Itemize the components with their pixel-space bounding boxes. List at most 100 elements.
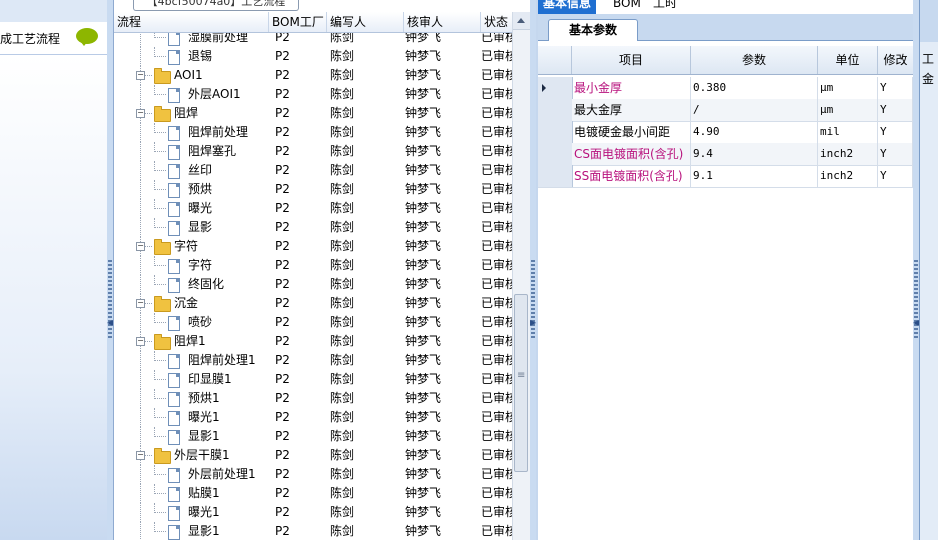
tree-node-label: 沉金	[174, 296, 199, 310]
tree-connector	[144, 75, 152, 76]
tree-row[interactable]: 阻焊前处理 P2 陈剑 钟梦飞 已审核	[114, 123, 512, 142]
bom-factory-cell: P2	[275, 125, 290, 139]
tree-row[interactable]: 字符 P2 陈剑 钟梦飞 已审核	[114, 256, 512, 275]
tree-node-label: 阻焊前处理	[188, 125, 249, 139]
tree-row[interactable]: − AOI1 P2 陈剑 钟梦飞 已审核	[114, 66, 512, 85]
status-cell: 已审核	[481, 505, 512, 519]
collapse-arrow-icon[interactable]: ▶	[530, 318, 536, 327]
row-indicator[interactable]	[538, 143, 573, 165]
status-cell: 已审核	[481, 429, 512, 443]
param-value-cell[interactable]: 9.1	[691, 165, 818, 187]
row-indicator[interactable]	[538, 99, 573, 121]
collapse-toggle-icon[interactable]: −	[136, 71, 145, 80]
splitter-grip-icon[interactable]	[531, 260, 535, 340]
param-row[interactable]: 最大金厚 / μm Y	[538, 99, 913, 122]
col-header-param[interactable]: 参数	[691, 46, 818, 74]
tab-basic-params[interactable]: 基本参数	[548, 19, 638, 41]
row-indicator[interactable]	[538, 165, 573, 187]
collapse-toggle-icon[interactable]: −	[136, 109, 145, 118]
tree-row[interactable]: 喷砂 P2 陈剑 钟梦飞 已审核	[114, 313, 512, 332]
scroll-thumb[interactable]	[514, 294, 528, 472]
bom-factory-cell: P2	[275, 163, 290, 177]
collapse-toggle-icon[interactable]: −	[136, 337, 145, 346]
tab-work-hours[interactable]: 工时	[648, 0, 682, 14]
col-header-bom-factory[interactable]: BOM工厂	[269, 12, 327, 32]
tree-row[interactable]: 显影1 P2 陈剑 钟梦飞 已审核	[114, 427, 512, 446]
tree-row[interactable]: − 外层干膜1 P2 陈剑 钟梦飞 已审核	[114, 446, 512, 465]
tree-row[interactable]: 阻焊前处理1 P2 陈剑 钟梦飞 已审核	[114, 351, 512, 370]
row-indicator[interactable]	[538, 121, 573, 143]
tree-connector	[154, 531, 166, 532]
tree-row[interactable]: − 阻焊1 P2 陈剑 钟梦飞 已审核	[114, 332, 512, 351]
col-header-unit[interactable]: 单位	[818, 46, 878, 74]
bom-factory-cell: P2	[275, 524, 290, 538]
tree-row[interactable]: − 阻焊 P2 陈剑 钟梦飞 已审核	[114, 104, 512, 123]
document-icon	[168, 392, 180, 407]
reviewer-cell: 钟梦飞	[405, 87, 442, 101]
param-value-cell[interactable]: 9.4	[691, 143, 818, 165]
tree-row[interactable]: 阻焊塞孔 P2 陈剑 钟梦飞 已审核	[114, 142, 512, 161]
middle-splitter[interactable]: ▶	[530, 0, 536, 540]
tree-row[interactable]: − 字符 P2 陈剑 钟梦飞 已审核	[114, 237, 512, 256]
tree-row[interactable]: 外层前处理1 P2 陈剑 钟梦飞 已审核	[114, 465, 512, 484]
tree-row[interactable]: 显影 P2 陈剑 钟梦飞 已审核	[114, 218, 512, 237]
tree-connector	[140, 256, 141, 275]
param-value-cell[interactable]: 0.380	[691, 77, 818, 99]
collapse-toggle-icon[interactable]: −	[136, 242, 145, 251]
param-row[interactable]: 最小金厚 0.380 μm Y	[538, 77, 913, 100]
scroll-up-icon[interactable]	[513, 12, 530, 30]
document-icon	[168, 316, 180, 331]
tree-row[interactable]: 退锡 P2 陈剑 钟梦飞 已审核	[114, 47, 512, 66]
floating-tab[interactable]: 【4bcf50074a0】工艺流程	[133, 0, 299, 11]
status-cell: 已审核	[481, 486, 512, 500]
tree-row[interactable]: 外层AOI1 P2 陈剑 钟梦飞 已审核	[114, 85, 512, 104]
tab-bom[interactable]: BOM	[608, 0, 646, 14]
comment-bubble-icon[interactable]	[76, 28, 98, 46]
tree-row[interactable]: 印显膜1 P2 陈剑 钟梦飞 已审核	[114, 370, 512, 389]
writer-cell: 陈剑	[330, 163, 355, 177]
tree-row[interactable]: 曝光 P2 陈剑 钟梦飞 已审核	[114, 199, 512, 218]
far-right-label: 工	[922, 52, 935, 66]
col-header-writer[interactable]: 编写人	[327, 12, 404, 32]
tab-basic-info[interactable]: 基本信息	[538, 0, 597, 14]
tree-row[interactable]: 预烘 P2 陈剑 钟梦飞 已审核	[114, 180, 512, 199]
writer-cell: 陈剑	[330, 106, 355, 120]
tree-row[interactable]: 终固化 P2 陈剑 钟梦飞 已审核	[114, 275, 512, 294]
col-header-modify[interactable]: 修改	[878, 46, 913, 74]
writer-cell: 陈剑	[330, 220, 355, 234]
tree-row[interactable]: 曝光1 P2 陈剑 钟梦飞 已审核	[114, 503, 512, 522]
collapse-toggle-icon[interactable]: −	[136, 451, 145, 460]
reviewer-cell: 钟梦飞	[405, 68, 442, 82]
param-row[interactable]: CS面电镀面积(含孔) 9.4 inch2 Y	[538, 143, 913, 166]
tree-row[interactable]: 预烘1 P2 陈剑 钟梦飞 已审核	[114, 389, 512, 408]
document-icon	[168, 126, 180, 141]
tree-connector	[154, 227, 166, 228]
col-header-process[interactable]: 流程	[114, 12, 269, 32]
param-value-cell[interactable]: 4.90	[691, 121, 818, 143]
tree-row[interactable]: 显影1 P2 陈剑 钟梦飞 已审核	[114, 522, 512, 540]
col-header-status[interactable]: 状态	[481, 12, 514, 32]
tree-row[interactable]: 曝光1 P2 陈剑 钟梦飞 已审核	[114, 408, 512, 427]
writer-cell: 陈剑	[330, 410, 355, 424]
left-nav-pane: 成工艺流程	[0, 0, 108, 540]
splitter-grip-icon[interactable]	[914, 260, 918, 340]
col-header-item[interactable]: 项目	[572, 46, 691, 74]
param-row[interactable]: SS面电镀面积(含孔) 9.1 inch2 Y	[538, 165, 913, 188]
param-value-cell[interactable]: /	[691, 99, 818, 121]
col-header-reviewer[interactable]: 核审人	[404, 12, 481, 32]
tree-row[interactable]: 贴膜1 P2 陈剑 钟梦飞 已审核	[114, 484, 512, 503]
splitter-grip-icon[interactable]	[108, 260, 112, 340]
tree-node-label: 退锡	[188, 49, 213, 63]
tree-node-label: 曝光1	[188, 505, 220, 519]
tree-row[interactable]: 湿膜前处理 P2 陈剑 钟梦飞 已审核	[114, 33, 512, 47]
tree-node-label: 预烘	[188, 182, 213, 196]
reviewer-cell: 钟梦飞	[405, 144, 442, 158]
tree-connector	[154, 379, 166, 380]
row-indicator[interactable]	[538, 77, 573, 99]
nav-item-process[interactable]: 成工艺流程	[0, 22, 107, 55]
tree-row[interactable]: − 沉金 P2 陈剑 钟梦飞 已审核	[114, 294, 512, 313]
param-row[interactable]: 电镀硬金最小间距 4.90 mil Y	[538, 121, 913, 144]
collapse-toggle-icon[interactable]: −	[136, 299, 145, 308]
tree-scrollbar[interactable]	[512, 12, 530, 540]
tree-row[interactable]: 丝印 P2 陈剑 钟梦飞 已审核	[114, 161, 512, 180]
